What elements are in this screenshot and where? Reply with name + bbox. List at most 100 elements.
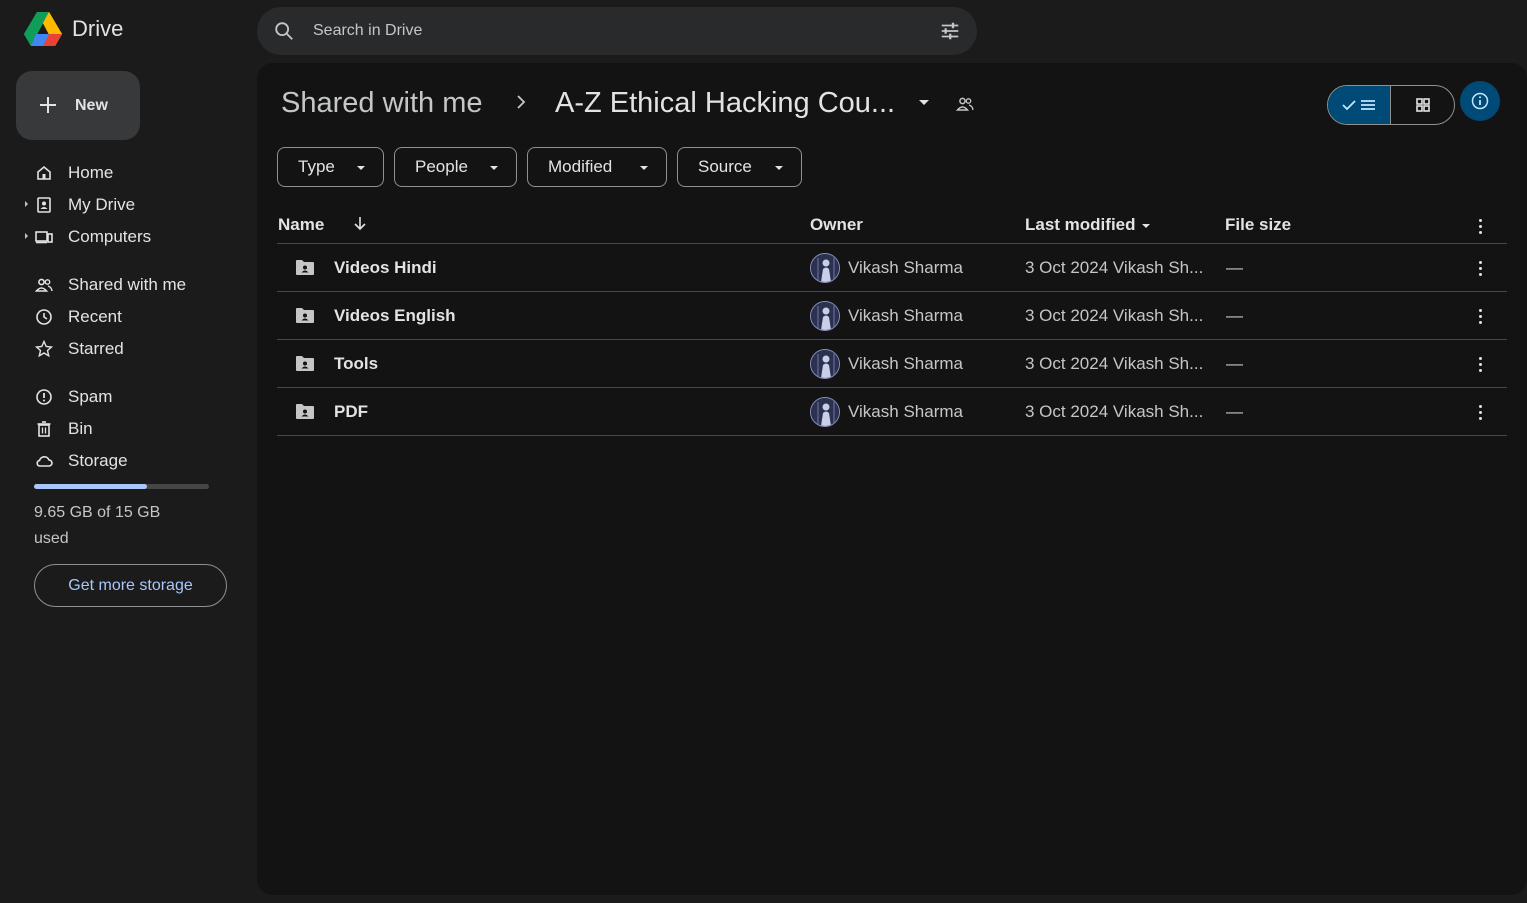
- shared-folder-icon: [956, 97, 974, 111]
- star-icon: [35, 340, 53, 358]
- details-button[interactable]: [1460, 81, 1500, 121]
- breadcrumb-root[interactable]: Shared with me: [281, 87, 483, 120]
- table-row[interactable]: Tools Vikash Sharma 3 Oct 2024 Vikash Sh…: [277, 340, 1507, 388]
- more-options-icon[interactable]: [1479, 309, 1483, 324]
- file-name: PDF: [334, 402, 368, 421]
- sidebar-item-label: Home: [68, 163, 114, 182]
- dropdown-arrow-icon: [490, 166, 498, 170]
- search-icon[interactable]: [273, 20, 295, 42]
- sidebar-item-storage[interactable]: Storage: [16, 446, 236, 476]
- more-options-icon[interactable]: [1479, 261, 1483, 276]
- table-row[interactable]: Videos Hindi Vikash Sharma 3 Oct 2024 Vi…: [277, 244, 1507, 292]
- dropdown-arrow-icon: [640, 166, 648, 170]
- sort-arrow-down-icon[interactable]: [353, 215, 367, 231]
- spam-icon: [36, 389, 52, 405]
- new-button[interactable]: New: [16, 71, 140, 140]
- filter-type-chip[interactable]: Type: [277, 147, 384, 187]
- more-options-icon[interactable]: [1479, 357, 1483, 372]
- last-modified: 3 Oct 2024 Vikash Sh...: [1025, 354, 1204, 373]
- list-view-button[interactable]: [1328, 86, 1391, 124]
- filter-chip-label: Type: [298, 157, 335, 176]
- owner-avatar: [810, 397, 840, 427]
- sidebar-item-my-drive[interactable]: My Drive: [16, 190, 236, 220]
- sidebar-item-label: Spam: [68, 387, 113, 406]
- folder-menu-dropdown-icon[interactable]: [919, 100, 929, 105]
- drive-logo[interactable]: Drive: [24, 12, 123, 46]
- last-modified: 3 Oct 2024 Vikash Sh...: [1025, 402, 1204, 421]
- file-size: —: [1226, 354, 1243, 373]
- sidebar-item-spam[interactable]: Spam: [16, 382, 236, 412]
- expand-caret-icon[interactable]: [25, 233, 28, 239]
- grid-icon: [1415, 98, 1430, 112]
- filter-chip-label: People: [415, 157, 468, 176]
- breadcrumb-current-folder[interactable]: A-Z Ethical Hacking Cou...: [555, 87, 895, 120]
- plus-icon: [40, 97, 56, 113]
- filter-chip-label: Modified: [548, 157, 613, 176]
- column-header-owner[interactable]: Owner: [810, 215, 863, 235]
- last-modified: 3 Oct 2024 Vikash Sh...: [1025, 306, 1204, 325]
- owner-name: Vikash Sharma: [848, 354, 963, 373]
- more-options-icon[interactable]: [1479, 219, 1483, 234]
- sidebar-item-recent[interactable]: Recent: [16, 302, 236, 332]
- more-options-icon[interactable]: [1479, 405, 1483, 420]
- sidebar-item-label: Starred: [68, 339, 124, 358]
- file-size: —: [1226, 402, 1243, 421]
- sidebar-item-bin[interactable]: Bin: [16, 414, 236, 444]
- dropdown-arrow-icon: [357, 166, 365, 170]
- expand-caret-icon[interactable]: [25, 201, 28, 207]
- sidebar-item-label: My Drive: [68, 195, 136, 214]
- dropdown-arrow-icon: [775, 166, 783, 170]
- last-modified: 3 Oct 2024 Vikash Sh...: [1025, 258, 1204, 277]
- column-header-last-modified[interactable]: Last modified: [1025, 215, 1150, 235]
- file-name: Videos Hindi: [334, 258, 437, 277]
- sidebar-item-label: Storage: [68, 451, 128, 470]
- file-size: —: [1226, 258, 1243, 277]
- drive-logo-icon: [24, 12, 62, 46]
- sidebar-item-label: Bin: [68, 419, 93, 438]
- file-name: Tools: [334, 354, 379, 373]
- storage-usage-text: 9.65 GB of 15 GB used: [34, 504, 161, 547]
- main-panel: Shared with me A-Z Ethical Hacking Cou..…: [257, 63, 1527, 895]
- search-input[interactable]: Search in Drive: [313, 22, 422, 40]
- grid-view-button[interactable]: [1391, 86, 1454, 124]
- list-icon: [1361, 100, 1375, 110]
- dropdown-arrow-icon: [1141, 223, 1150, 228]
- sidebar-item-label: Computers: [68, 227, 152, 246]
- computers-icon: [35, 231, 53, 244]
- new-button-label: New: [75, 96, 108, 114]
- bin-icon: [37, 421, 51, 437]
- column-header-label: Last modified: [1025, 215, 1136, 234]
- my-drive-icon: [37, 197, 51, 213]
- sidebar-item-home[interactable]: Home: [16, 158, 236, 188]
- owner-avatar: [810, 349, 840, 379]
- filter-source-chip[interactable]: Source: [677, 147, 802, 187]
- get-more-storage-button[interactable]: Get more storage: [34, 564, 227, 607]
- filter-chip-label: Source: [698, 157, 752, 176]
- file-table-header: Name Owner Last modified File size: [277, 207, 1507, 244]
- storage-usage-bar: [34, 484, 209, 489]
- home-icon: [37, 165, 51, 180]
- check-icon: [1342, 100, 1356, 111]
- filter-modified-chip[interactable]: Modified: [527, 147, 667, 187]
- app-title: Drive: [72, 16, 124, 41]
- sidebar-item-shared-with-me[interactable]: Shared with me: [16, 270, 236, 300]
- search-bar[interactable]: Search in Drive: [257, 7, 977, 55]
- file-size: —: [1226, 306, 1243, 325]
- cloud-icon: [36, 456, 53, 467]
- shared-icon: [35, 278, 53, 292]
- sidebar-item-label: Recent: [68, 307, 122, 326]
- shared-folder-icon: [296, 404, 314, 419]
- view-toggle: [1327, 85, 1455, 125]
- chevron-right-icon: [517, 95, 526, 109]
- column-header-file-size[interactable]: File size: [1225, 215, 1291, 235]
- sidebar-item-starred[interactable]: Starred: [16, 334, 236, 364]
- sidebar-item-computers[interactable]: Computers: [16, 222, 236, 252]
- owner-name: Vikash Sharma: [848, 402, 963, 421]
- column-header-name[interactable]: Name: [278, 215, 324, 235]
- filter-people-chip[interactable]: People: [394, 147, 517, 187]
- shared-folder-icon: [296, 260, 314, 275]
- search-options-icon[interactable]: [939, 20, 961, 42]
- owner-avatar: [810, 301, 840, 331]
- table-row[interactable]: PDF Vikash Sharma 3 Oct 2024 Vikash Sh..…: [277, 388, 1507, 436]
- table-row[interactable]: Videos English Vikash Sharma 3 Oct 2024 …: [277, 292, 1507, 340]
